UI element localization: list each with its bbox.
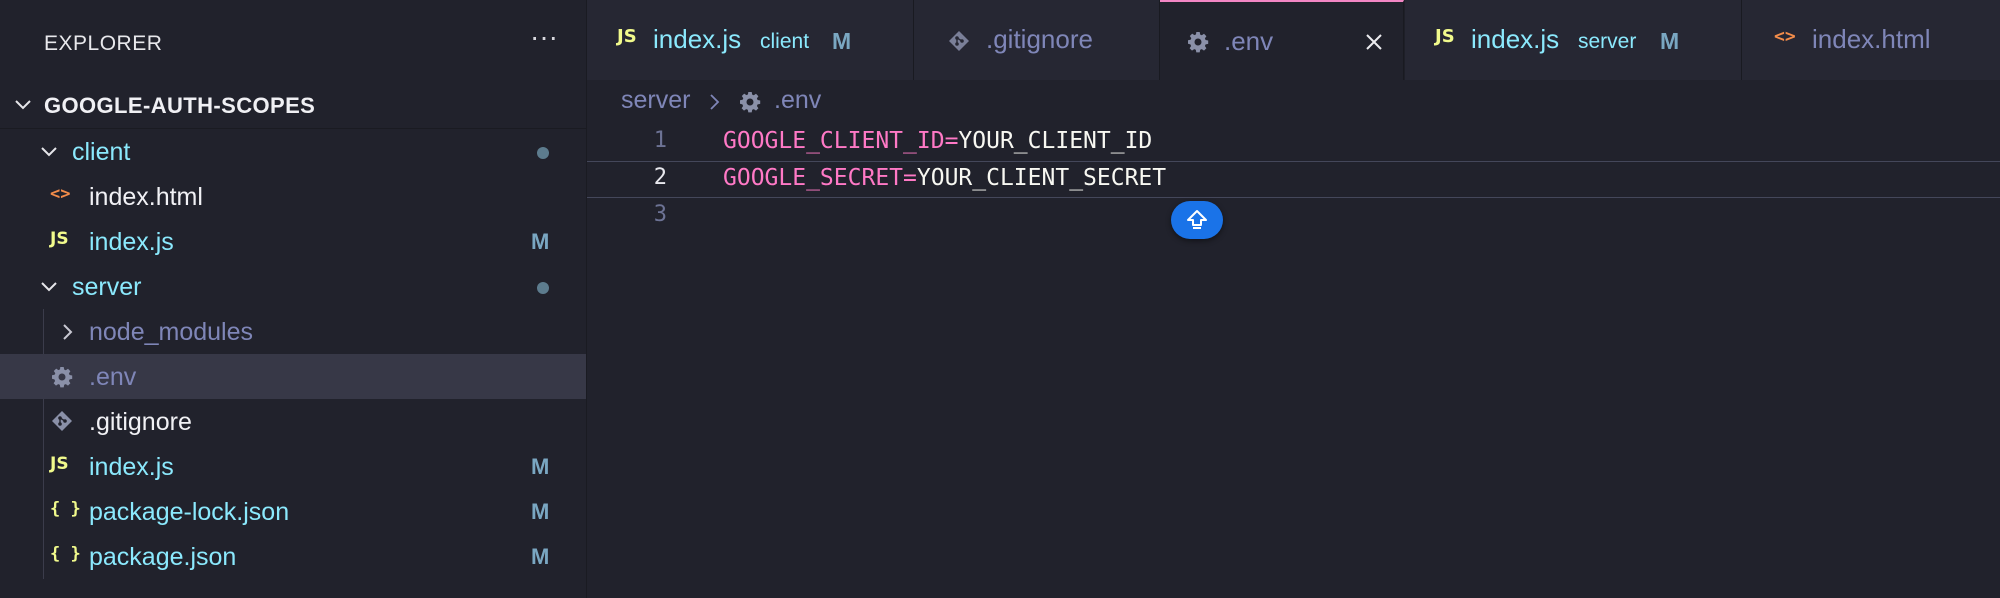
tree-item-file[interactable]: .gitignore xyxy=(0,399,586,444)
javascript-file-icon: JS xyxy=(1435,26,1455,47)
explorer-title: EXPLORER xyxy=(44,32,163,55)
tree-item-label: index.html xyxy=(89,183,203,211)
tab-description: server xyxy=(1578,30,1637,53)
html-file-icon: <> xyxy=(1774,26,1796,47)
git-status-badge: M xyxy=(531,499,550,524)
line-number: 3 xyxy=(653,202,667,227)
chevron-right-icon xyxy=(63,324,73,340)
git-status-badge: M xyxy=(531,454,550,479)
git-icon xyxy=(949,31,969,51)
modified-dot-icon xyxy=(537,147,549,159)
tree-item-label: package-lock.json xyxy=(89,498,290,526)
tab-index-js-server[interactable]: JS index.js server M xyxy=(1405,0,1742,80)
tree-item-file[interactable]: { } package.json M xyxy=(0,534,586,579)
tree-item-server-folder[interactable]: server xyxy=(0,264,586,309)
tree-item-label: client xyxy=(72,138,131,166)
tab-label: .env xyxy=(1224,26,1274,56)
html-file-icon: <> xyxy=(50,184,71,204)
env-value: YOUR_CLIENT_ID xyxy=(958,128,1153,154)
env-key: GOOGLE_SECRET xyxy=(723,165,904,191)
env-value: YOUR_CLIENT_SECRET xyxy=(916,165,1167,191)
tab-description: client xyxy=(760,30,810,53)
shift-arrow-button[interactable] xyxy=(1171,201,1223,239)
chevron-down-icon xyxy=(41,147,57,157)
env-equals: = xyxy=(903,165,917,191)
javascript-file-icon: JS xyxy=(617,26,637,47)
tab-index-html[interactable]: <> index.html xyxy=(1742,0,2000,80)
tree-item-file[interactable]: <> index.html xyxy=(0,174,586,219)
tab-gitignore[interactable]: .gitignore xyxy=(914,0,1160,80)
workspace-root-label: GOOGLE-AUTH-SCOPES xyxy=(44,93,316,118)
tree-item-node-modules-folder[interactable]: node_modules xyxy=(0,309,586,354)
tree-item-label: package.json xyxy=(89,543,237,571)
javascript-file-icon: JS xyxy=(50,229,69,249)
explorer-sidebar: EXPLORER ··· GOOGLE-AUTH-SCOPES client <… xyxy=(0,0,587,598)
workspace-root-folder[interactable]: GOOGLE-AUTH-SCOPES xyxy=(0,84,586,129)
gear-icon xyxy=(1188,32,1209,53)
tree-item-client-folder[interactable]: client xyxy=(0,129,586,174)
code-editor[interactable]: 1 GOOGLE_CLIENT_ID=YOUR_CLIENT_ID 2 GOOG… xyxy=(587,124,2000,598)
breadcrumb: server .env xyxy=(587,80,2000,124)
more-actions-button[interactable]: ··· xyxy=(524,20,564,60)
tree-item-file-selected[interactable]: .env xyxy=(0,354,586,399)
json-file-icon: { } xyxy=(50,544,81,564)
tab-label: index.js xyxy=(653,24,742,54)
git-icon xyxy=(52,411,72,431)
chevron-down-icon xyxy=(15,100,31,110)
tree-item-file[interactable]: { } package-lock.json M xyxy=(0,489,586,534)
gear-icon xyxy=(52,367,73,388)
code-text: GOOGLE_SECRET=YOUR_CLIENT_SECRET xyxy=(723,165,1166,191)
tab-env-active[interactable]: .env xyxy=(1160,0,1404,80)
tree-item-file[interactable]: JS index.js M xyxy=(0,219,586,264)
git-status-badge: M xyxy=(531,544,550,569)
env-key: GOOGLE_CLIENT_ID xyxy=(723,128,945,154)
tab-label: .gitignore xyxy=(986,24,1093,54)
close-icon[interactable] xyxy=(1364,32,1384,52)
tree-item-label: index.js xyxy=(89,228,174,256)
git-status-badge: M xyxy=(1660,28,1680,54)
code-line-current[interactable]: 2 GOOGLE_SECRET=YOUR_CLIENT_SECRET xyxy=(587,161,2000,198)
line-number: 1 xyxy=(653,128,667,153)
arrow-up-icon xyxy=(1187,210,1207,229)
tab-label: index.js xyxy=(1471,24,1560,54)
explorer-header: EXPLORER ··· xyxy=(0,0,586,88)
line-number: 2 xyxy=(653,165,667,190)
code-line[interactable]: 1 GOOGLE_CLIENT_ID=YOUR_CLIENT_ID xyxy=(587,124,2000,161)
tab-index-js-client[interactable]: JS index.js client M xyxy=(587,0,914,80)
tree-item-label: .gitignore xyxy=(89,408,192,436)
git-status-badge: M xyxy=(531,229,550,254)
code-text: GOOGLE_CLIENT_ID=YOUR_CLIENT_ID xyxy=(723,128,1152,154)
tree-item-file[interactable]: JS index.js M xyxy=(0,444,586,489)
git-status-badge: M xyxy=(832,28,852,54)
env-equals: = xyxy=(944,128,959,154)
chevron-down-icon xyxy=(41,282,57,292)
modified-dot-icon xyxy=(537,282,549,294)
tree-item-label: node_modules xyxy=(89,318,254,346)
editor-tab-bar: JS index.js client M .gitignore .env JS … xyxy=(587,0,2000,80)
chevron-right-icon xyxy=(710,94,720,110)
tab-label: index.html xyxy=(1812,24,1931,54)
code-line[interactable]: 3 xyxy=(587,198,2000,235)
tree-item-label: .env xyxy=(89,363,137,391)
vscode-window: EXPLORER ··· GOOGLE-AUTH-SCOPES client <… xyxy=(0,0,2000,598)
json-file-icon: { } xyxy=(50,499,81,519)
tree-item-label: index.js xyxy=(89,453,174,481)
tree-item-label: server xyxy=(72,273,142,301)
gear-icon xyxy=(740,92,761,113)
javascript-file-icon: JS xyxy=(50,454,69,474)
breadcrumb-file[interactable]: .env xyxy=(774,86,821,115)
breadcrumb-folder[interactable]: server xyxy=(621,86,690,115)
